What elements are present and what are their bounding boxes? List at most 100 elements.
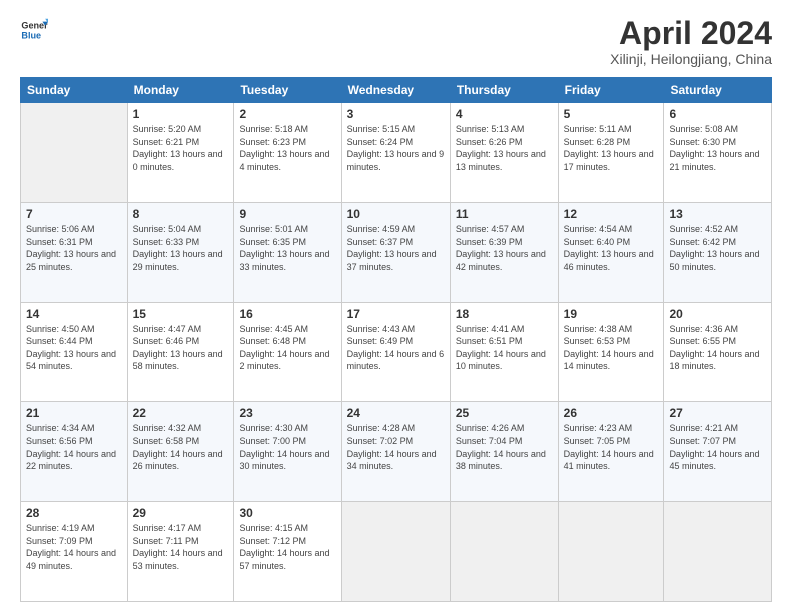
calendar-week-4: 28Sunrise: 4:19 AMSunset: 7:09 PMDayligh… xyxy=(21,502,772,602)
day-number: 22 xyxy=(133,406,229,420)
day-number: 7 xyxy=(26,207,122,221)
calendar-cell: 15Sunrise: 4:47 AMSunset: 6:46 PMDayligh… xyxy=(127,302,234,402)
subtitle: Xilinji, Heilongjiang, China xyxy=(610,51,772,67)
day-info: Sunrise: 4:34 AMSunset: 6:56 PMDaylight:… xyxy=(26,422,122,472)
day-number: 23 xyxy=(239,406,335,420)
day-info: Sunrise: 4:45 AMSunset: 6:48 PMDaylight:… xyxy=(239,323,335,373)
calendar-cell: 5Sunrise: 5:11 AMSunset: 6:28 PMDaylight… xyxy=(558,103,664,203)
day-info: Sunrise: 4:59 AMSunset: 6:37 PMDaylight:… xyxy=(347,223,445,273)
day-number: 18 xyxy=(456,307,553,321)
day-number: 4 xyxy=(456,107,553,121)
title-block: April 2024 Xilinji, Heilongjiang, China xyxy=(610,16,772,67)
day-info: Sunrise: 4:21 AMSunset: 7:07 PMDaylight:… xyxy=(669,422,766,472)
calendar-week-2: 14Sunrise: 4:50 AMSunset: 6:44 PMDayligh… xyxy=(21,302,772,402)
day-number: 15 xyxy=(133,307,229,321)
calendar-cell: 9 Sunrise: 5:01 AMSunset: 6:35 PMDaylight… xyxy=(234,202,341,302)
header: General Blue April 2024 Xilinji, Heilong… xyxy=(20,16,772,67)
calendar-week-1: 7 Sunrise: 5:06 AMSunset: 6:31 PMDaylight… xyxy=(21,202,772,302)
day-number: 27 xyxy=(669,406,766,420)
calendar-cell: 6Sunrise: 5:08 AMSunset: 6:30 PMDaylight… xyxy=(664,103,772,203)
day-number: 24 xyxy=(347,406,445,420)
day-number: 14 xyxy=(26,307,122,321)
day-number: 21 xyxy=(26,406,122,420)
day-info: Sunrise: 5:18 AMSunset: 6:23 PMDaylight:… xyxy=(239,123,335,173)
day-info: Sunrise: 5:04 AMSunset: 6:33 PMDaylight:… xyxy=(133,223,229,273)
day-number: 10 xyxy=(347,207,445,221)
col-thursday: Thursday xyxy=(450,78,558,103)
calendar-cell: 7 Sunrise: 5:06 AMSunset: 6:31 PMDaylight… xyxy=(21,202,128,302)
main-title: April 2024 xyxy=(610,16,772,51)
day-info: Sunrise: 4:17 AMSunset: 7:11 PMDaylight:… xyxy=(133,522,229,572)
calendar-cell: 26 Sunrise: 4:23 AMSunset: 7:05 PMDayligh… xyxy=(558,402,664,502)
day-number: 1 xyxy=(133,107,229,121)
day-info: Sunrise: 5:06 AMSunset: 6:31 PMDaylight:… xyxy=(26,223,122,273)
calendar-cell: 10 Sunrise: 4:59 AMSunset: 6:37 PMDayligh… xyxy=(341,202,450,302)
calendar-week-0: 1 Sunrise: 5:20 AMSunset: 6:21 PMDaylight… xyxy=(21,103,772,203)
day-number: 12 xyxy=(564,207,659,221)
calendar-cell: 17Sunrise: 4:43 AMSunset: 6:49 PMDayligh… xyxy=(341,302,450,402)
day-info: Sunrise: 4:15 AMSunset: 7:12 PMDaylight:… xyxy=(239,522,335,572)
day-info: Sunrise: 5:20 AMSunset: 6:21 PMDaylight:… xyxy=(133,123,229,173)
day-number: 17 xyxy=(347,307,445,321)
logo: General Blue xyxy=(20,16,48,44)
calendar-table: Sunday Monday Tuesday Wednesday Thursday… xyxy=(20,77,772,602)
calendar-cell xyxy=(341,502,450,602)
day-number: 28 xyxy=(26,506,122,520)
day-number: 11 xyxy=(456,207,553,221)
calendar-cell: 3Sunrise: 5:15 AMSunset: 6:24 PMDaylight… xyxy=(341,103,450,203)
calendar-cell: 20Sunrise: 4:36 AMSunset: 6:55 PMDayligh… xyxy=(664,302,772,402)
calendar-cell: 13 Sunrise: 4:52 AMSunset: 6:42 PMDayligh… xyxy=(664,202,772,302)
calendar-cell: 28Sunrise: 4:19 AMSunset: 7:09 PMDayligh… xyxy=(21,502,128,602)
day-number: 25 xyxy=(456,406,553,420)
col-wednesday: Wednesday xyxy=(341,78,450,103)
calendar-cell: 19 Sunrise: 4:38 AMSunset: 6:53 PMDayligh… xyxy=(558,302,664,402)
calendar-cell: 8 Sunrise: 5:04 AMSunset: 6:33 PMDaylight… xyxy=(127,202,234,302)
day-info: Sunrise: 4:30 AMSunset: 7:00 PMDaylight:… xyxy=(239,422,335,472)
day-info: Sunrise: 4:41 AMSunset: 6:51 PMDaylight:… xyxy=(456,323,553,373)
col-monday: Monday xyxy=(127,78,234,103)
header-row: Sunday Monday Tuesday Wednesday Thursday… xyxy=(21,78,772,103)
calendar-cell: 12 Sunrise: 4:54 AMSunset: 6:40 PMDayligh… xyxy=(558,202,664,302)
day-info: Sunrise: 4:54 AMSunset: 6:40 PMDaylight:… xyxy=(564,223,659,273)
day-info: Sunrise: 5:13 AMSunset: 6:26 PMDaylight:… xyxy=(456,123,553,173)
calendar-cell: 27 Sunrise: 4:21 AMSunset: 7:07 PMDayligh… xyxy=(664,402,772,502)
day-info: Sunrise: 4:52 AMSunset: 6:42 PMDaylight:… xyxy=(669,223,766,273)
day-info: Sunrise: 4:57 AMSunset: 6:39 PMDaylight:… xyxy=(456,223,553,273)
calendar-cell xyxy=(450,502,558,602)
day-info: Sunrise: 5:08 AMSunset: 6:30 PMDaylight:… xyxy=(669,123,766,173)
calendar-cell: 24Sunrise: 4:28 AMSunset: 7:02 PMDayligh… xyxy=(341,402,450,502)
col-friday: Friday xyxy=(558,78,664,103)
calendar-cell: 23 Sunrise: 4:30 AMSunset: 7:00 PMDayligh… xyxy=(234,402,341,502)
calendar-cell: 30 Sunrise: 4:15 AMSunset: 7:12 PMDayligh… xyxy=(234,502,341,602)
calendar-cell: 18 Sunrise: 4:41 AMSunset: 6:51 PMDayligh… xyxy=(450,302,558,402)
day-info: Sunrise: 4:38 AMSunset: 6:53 PMDaylight:… xyxy=(564,323,659,373)
calendar-cell: 1 Sunrise: 5:20 AMSunset: 6:21 PMDaylight… xyxy=(127,103,234,203)
day-info: Sunrise: 5:01 AMSunset: 6:35 PMDaylight:… xyxy=(239,223,335,273)
day-info: Sunrise: 5:11 AMSunset: 6:28 PMDaylight:… xyxy=(564,123,659,173)
day-number: 29 xyxy=(133,506,229,520)
calendar-cell: 11 Sunrise: 4:57 AMSunset: 6:39 PMDayligh… xyxy=(450,202,558,302)
calendar-cell: 2 Sunrise: 5:18 AMSunset: 6:23 PMDaylight… xyxy=(234,103,341,203)
page: General Blue April 2024 Xilinji, Heilong… xyxy=(0,0,792,612)
day-info: Sunrise: 4:23 AMSunset: 7:05 PMDaylight:… xyxy=(564,422,659,472)
day-number: 9 xyxy=(239,207,335,221)
day-info: Sunrise: 5:15 AMSunset: 6:24 PMDaylight:… xyxy=(347,123,445,173)
calendar-cell: 16Sunrise: 4:45 AMSunset: 6:48 PMDayligh… xyxy=(234,302,341,402)
day-info: Sunrise: 4:32 AMSunset: 6:58 PMDaylight:… xyxy=(133,422,229,472)
logo-icon: General Blue xyxy=(20,16,48,44)
calendar-cell: 21 Sunrise: 4:34 AMSunset: 6:56 PMDayligh… xyxy=(21,402,128,502)
day-number: 30 xyxy=(239,506,335,520)
day-number: 19 xyxy=(564,307,659,321)
calendar-cell: 22 Sunrise: 4:32 AMSunset: 6:58 PMDayligh… xyxy=(127,402,234,502)
calendar-cell xyxy=(664,502,772,602)
day-number: 2 xyxy=(239,107,335,121)
col-tuesday: Tuesday xyxy=(234,78,341,103)
calendar-cell: 4 Sunrise: 5:13 AMSunset: 6:26 PMDaylight… xyxy=(450,103,558,203)
calendar-cell: 14Sunrise: 4:50 AMSunset: 6:44 PMDayligh… xyxy=(21,302,128,402)
calendar-week-3: 21 Sunrise: 4:34 AMSunset: 6:56 PMDayligh… xyxy=(21,402,772,502)
calendar-cell: 29 Sunrise: 4:17 AMSunset: 7:11 PMDayligh… xyxy=(127,502,234,602)
day-number: 8 xyxy=(133,207,229,221)
day-number: 26 xyxy=(564,406,659,420)
calendar-cell xyxy=(558,502,664,602)
day-number: 13 xyxy=(669,207,766,221)
